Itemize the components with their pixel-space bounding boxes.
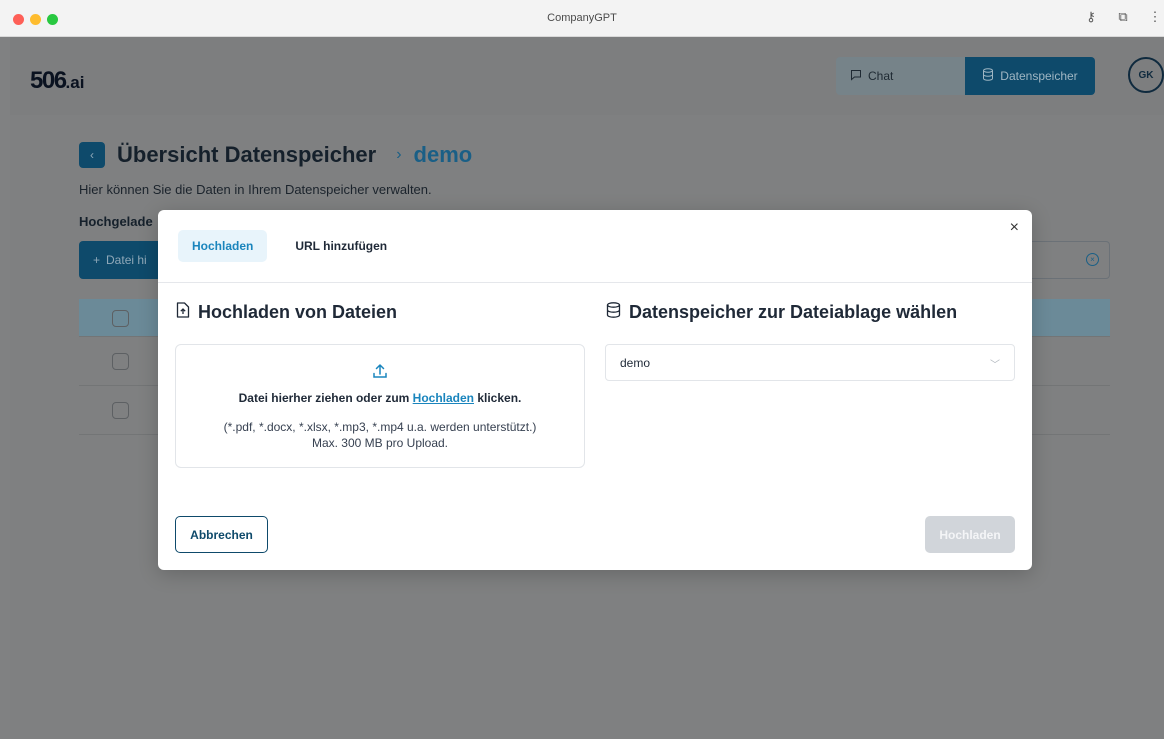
extensions-icon[interactable]: ⧉ (1114, 9, 1132, 25)
window-toolbar-icons: ⚷ ⧉ ⋮ (1082, 9, 1164, 25)
window-title: CompanyGPT (547, 12, 617, 24)
nav-chat-button[interactable]: Chat (836, 57, 966, 95)
key-icon[interactable]: ⚷ (1082, 9, 1100, 25)
select-all-checkbox[interactable] (112, 310, 129, 327)
tab-upload[interactable]: Hochladen (178, 230, 268, 262)
top-navigation: 506.ai Chat Datenspeicher GK (10, 37, 1164, 115)
breadcrumb-separator-icon: › (396, 146, 402, 163)
avatar[interactable]: GK (1128, 57, 1164, 93)
modal-tabs: Hochladen URL hinzufügen (178, 230, 401, 262)
upload-modal: × Hochladen URL hinzufügen Hochladen von… (158, 210, 1032, 570)
datastore-select-value: demo (620, 355, 651, 370)
file-upload-icon (176, 302, 190, 323)
dropzone-hint: (*.pdf, *.docx, *.xlsx, *.mp3, *.mp4 u.a… (176, 419, 584, 451)
upload-section-title: Hochladen von Dateien (176, 302, 397, 323)
upload-size-limit: Max. 300 MB pro Upload. (311, 436, 449, 450)
nav-datastore-label: Datenspeicher (1000, 69, 1078, 83)
logo[interactable]: 506.ai (30, 67, 84, 95)
page-subtitle: Hier können Sie die Daten in Ihrem Daten… (79, 182, 432, 197)
nav-chat-label: Chat (868, 69, 894, 83)
chevron-down-icon: ﹀ (990, 360, 1000, 371)
dropzone-instruction: Datei hierher ziehen oder zum Hochladen … (238, 391, 522, 405)
page-title: Übersicht Datenspeicher (117, 142, 377, 167)
search-input[interactable]: × (1020, 241, 1110, 279)
breadcrumb-current[interactable]: demo (414, 142, 473, 168)
close-icon[interactable]: × (1010, 220, 1019, 236)
plus-icon: + (93, 253, 101, 267)
upload-button[interactable]: Hochladen (925, 516, 1015, 553)
file-dropzone[interactable]: Datei hierher ziehen oder zum Hochladen … (175, 344, 585, 468)
back-button[interactable]: ‹ (79, 142, 105, 168)
uploaded-files-label: Hochgelade (79, 214, 153, 229)
row-checkbox[interactable] (112, 353, 129, 370)
upload-link[interactable]: Hochladen (413, 391, 474, 405)
more-icon[interactable]: ⋮ (1146, 9, 1164, 25)
add-file-label: Datei hi (106, 253, 147, 267)
cancel-button[interactable]: Abbrechen (175, 516, 268, 553)
upload-section-heading: Hochladen von Dateien (198, 302, 398, 322)
datastore-section-title: Datenspeicher zur Dateiablage wählen (606, 302, 957, 323)
clear-search-icon[interactable]: × (1086, 253, 1099, 266)
datastore-section-heading: Datenspeicher zur Dateiablage wählen (629, 302, 958, 322)
window-titlebar: CompanyGPT ⚷ ⧉ ⋮ (0, 0, 1164, 37)
chat-icon (850, 69, 862, 84)
datastore-select[interactable]: demo ﹀ (605, 344, 1015, 381)
database-icon (606, 302, 621, 323)
page-header: ‹ Übersicht Datenspeicher › demo (79, 142, 472, 168)
tab-add-url[interactable]: URL hinzufügen (281, 230, 401, 262)
upload-icon (176, 363, 584, 379)
nav-datastore-button[interactable]: Datenspeicher (965, 57, 1095, 95)
divider (158, 282, 1032, 283)
row-checkbox[interactable] (112, 402, 129, 419)
supported-formats: (*.pdf, *.docx, *.xlsx, *.mp3, *.mp4 u.a… (223, 420, 537, 434)
database-icon (982, 68, 994, 84)
